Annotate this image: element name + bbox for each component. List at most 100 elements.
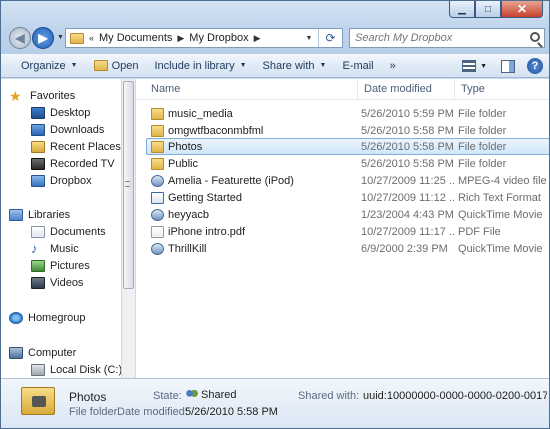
nav-item-desktop[interactable]: Desktop [31, 104, 90, 121]
search-box[interactable] [349, 28, 545, 48]
window-controls: ▁ □ ✕ [449, 1, 543, 18]
nav-item-pictures[interactable]: Pictures [31, 257, 90, 274]
file-row[interactable]: ThrillKill 6/9/2000 2:39 PM QuickTime Mo… [146, 240, 549, 257]
details-state-text: Shared [201, 389, 237, 401]
chevron-down-icon: ▼ [239, 62, 247, 69]
star-icon: ★ [9, 87, 22, 104]
file-type: File folder [458, 124, 507, 137]
organize-label: Organize [21, 59, 66, 72]
nav-item-label: Local Disk (C:) [50, 363, 123, 376]
nav-item-videos[interactable]: Videos [31, 274, 83, 291]
music-note-icon: ♪ [31, 240, 38, 256]
close-button[interactable]: ✕ [501, 1, 543, 18]
nav-item-recorded-tv[interactable]: Recorded TV [31, 155, 115, 172]
nav-libraries[interactable]: Libraries [9, 206, 70, 223]
nav-item-dropbox[interactable]: Dropbox [31, 172, 92, 189]
maximize-button[interactable]: □ [475, 1, 501, 18]
nav-scrollbar[interactable] [121, 79, 135, 378]
shared-users-icon [185, 389, 198, 400]
include-in-library-button[interactable]: Include in library ▼ [147, 55, 255, 77]
nav-item-label: Recent Places [50, 140, 121, 153]
open-button[interactable]: Open [86, 55, 147, 77]
chevron-right-icon[interactable]: ▶ [254, 33, 261, 44]
file-type: PDF File [458, 225, 501, 238]
nav-item-recent-places[interactable]: Recent Places [31, 138, 121, 155]
nav-item-local-disk[interactable]: Local Disk (C:) [31, 361, 122, 378]
forward-arrow-icon: ▶ [38, 31, 48, 45]
file-type: File folder [458, 140, 507, 153]
file-name: Amelia - Featurette (iPod) [168, 174, 294, 187]
nav-item-label: Documents [50, 225, 106, 238]
nav-libraries-label: Libraries [28, 208, 71, 221]
search-icon[interactable] [530, 32, 540, 42]
nav-item-documents[interactable]: Documents [31, 223, 106, 240]
recorded-tv-icon [31, 157, 45, 170]
file-row-selected[interactable]: Photos 5/26/2010 5:58 PM File folder [146, 138, 549, 155]
file-row[interactable]: music_media 5/26/2010 5:59 PM File folde… [146, 105, 549, 122]
email-label: E-mail [342, 59, 374, 72]
nav-item-downloads[interactable]: Downloads [31, 121, 104, 138]
folder-icon [93, 60, 108, 71]
file-row[interactable]: Getting Started 10/27/2009 11:12 ... Ric… [146, 189, 549, 206]
nav-computer[interactable]: Computer [9, 344, 76, 361]
chevron-down-icon: ▼ [70, 62, 78, 69]
file-date: 1/23/2004 4:43 PM [361, 208, 454, 221]
pictures-icon [31, 259, 45, 272]
breadcrumb-overflow[interactable]: « [89, 33, 94, 43]
help-icon[interactable]: ? [527, 58, 543, 74]
nav-favorites[interactable]: ★ Favorites [9, 87, 75, 104]
nav-item-label: Downloads [50, 123, 105, 136]
file-date: 5/26/2010 5:59 PM [361, 107, 454, 120]
recent-places-icon [31, 140, 45, 153]
file-row[interactable]: iPhone intro.pdf 10/27/2009 11:17 ... PD… [146, 223, 549, 240]
folder-thumbnail-icon [21, 387, 55, 415]
file-date: 5/26/2010 5:58 PM [361, 124, 454, 137]
address-bar[interactable]: « My Documents ▶ My Dropbox ▶ ▼ ⟳ [65, 28, 343, 48]
folder-icon [151, 140, 164, 153]
details-date-value: 5/26/2010 5:58 PM [185, 406, 278, 418]
recent-pages-dropdown[interactable]: ▼ [57, 34, 64, 41]
column-header-date[interactable]: Date modified [358, 79, 455, 100]
file-row[interactable]: Public 5/26/2010 5:58 PM File folder [146, 155, 549, 172]
chevron-down-icon[interactable]: ▼ [480, 63, 487, 70]
videos-icon [31, 276, 45, 289]
more-commands-button[interactable]: » [382, 55, 404, 77]
breadcrumb-my-documents[interactable]: My Documents [99, 32, 172, 44]
hard-disk-icon [31, 363, 45, 376]
nav-item-music[interactable]: ♪ Music [31, 240, 79, 257]
email-button[interactable]: E-mail [334, 55, 381, 77]
details-shared-label: Shared with: [298, 390, 360, 402]
organize-button[interactable]: Organize ▼ [1, 55, 86, 77]
forward-button[interactable]: ▶ [32, 27, 54, 49]
nav-favorites-label: Favorites [30, 89, 76, 102]
video-icon [151, 174, 164, 187]
address-history-dropdown[interactable]: ▼ [302, 29, 316, 47]
back-button[interactable]: ◀ [9, 27, 31, 49]
file-row[interactable]: omgwtfbaconmbfml 5/26/2010 5:58 PM File … [146, 122, 549, 139]
folder-icon [151, 157, 164, 170]
column-header-name[interactable]: Name [136, 79, 358, 100]
file-name: ThrillKill [168, 242, 207, 255]
file-row[interactable]: heyyacb 1/23/2004 4:43 PM QuickTime Movi… [146, 206, 549, 223]
search-input[interactable] [350, 29, 520, 47]
details-item-kind: File folder [69, 406, 118, 418]
file-row[interactable]: Amelia - Featurette (iPod) 10/27/2009 11… [146, 172, 549, 189]
share-with-button[interactable]: Share with ▼ [255, 55, 335, 77]
file-type: File folder [458, 157, 507, 170]
change-view-icon[interactable] [462, 60, 477, 72]
chevron-down-icon: ▼ [319, 62, 327, 69]
details-pane: Photos File folder State: Shared Date mo… [1, 378, 549, 428]
details-date-label: Date modified: [117, 406, 188, 418]
breadcrumb-my-dropbox[interactable]: My Dropbox [189, 32, 248, 44]
chevron-right-icon[interactable]: ▶ [177, 33, 184, 44]
open-label: Open [111, 59, 139, 72]
nav-homegroup[interactable]: Homegroup [9, 309, 85, 326]
file-name: Getting Started [168, 191, 242, 204]
refresh-icon[interactable]: ⟳ [318, 29, 342, 47]
preview-pane-icon[interactable] [501, 59, 515, 73]
minimize-button[interactable]: ▁ [449, 1, 475, 18]
nav-item-label: Desktop [50, 106, 91, 119]
file-name: music_media [168, 107, 233, 120]
column-header-type[interactable]: Type [455, 79, 549, 100]
file-list: Name Date modified Type music_media 5/26… [136, 79, 549, 378]
